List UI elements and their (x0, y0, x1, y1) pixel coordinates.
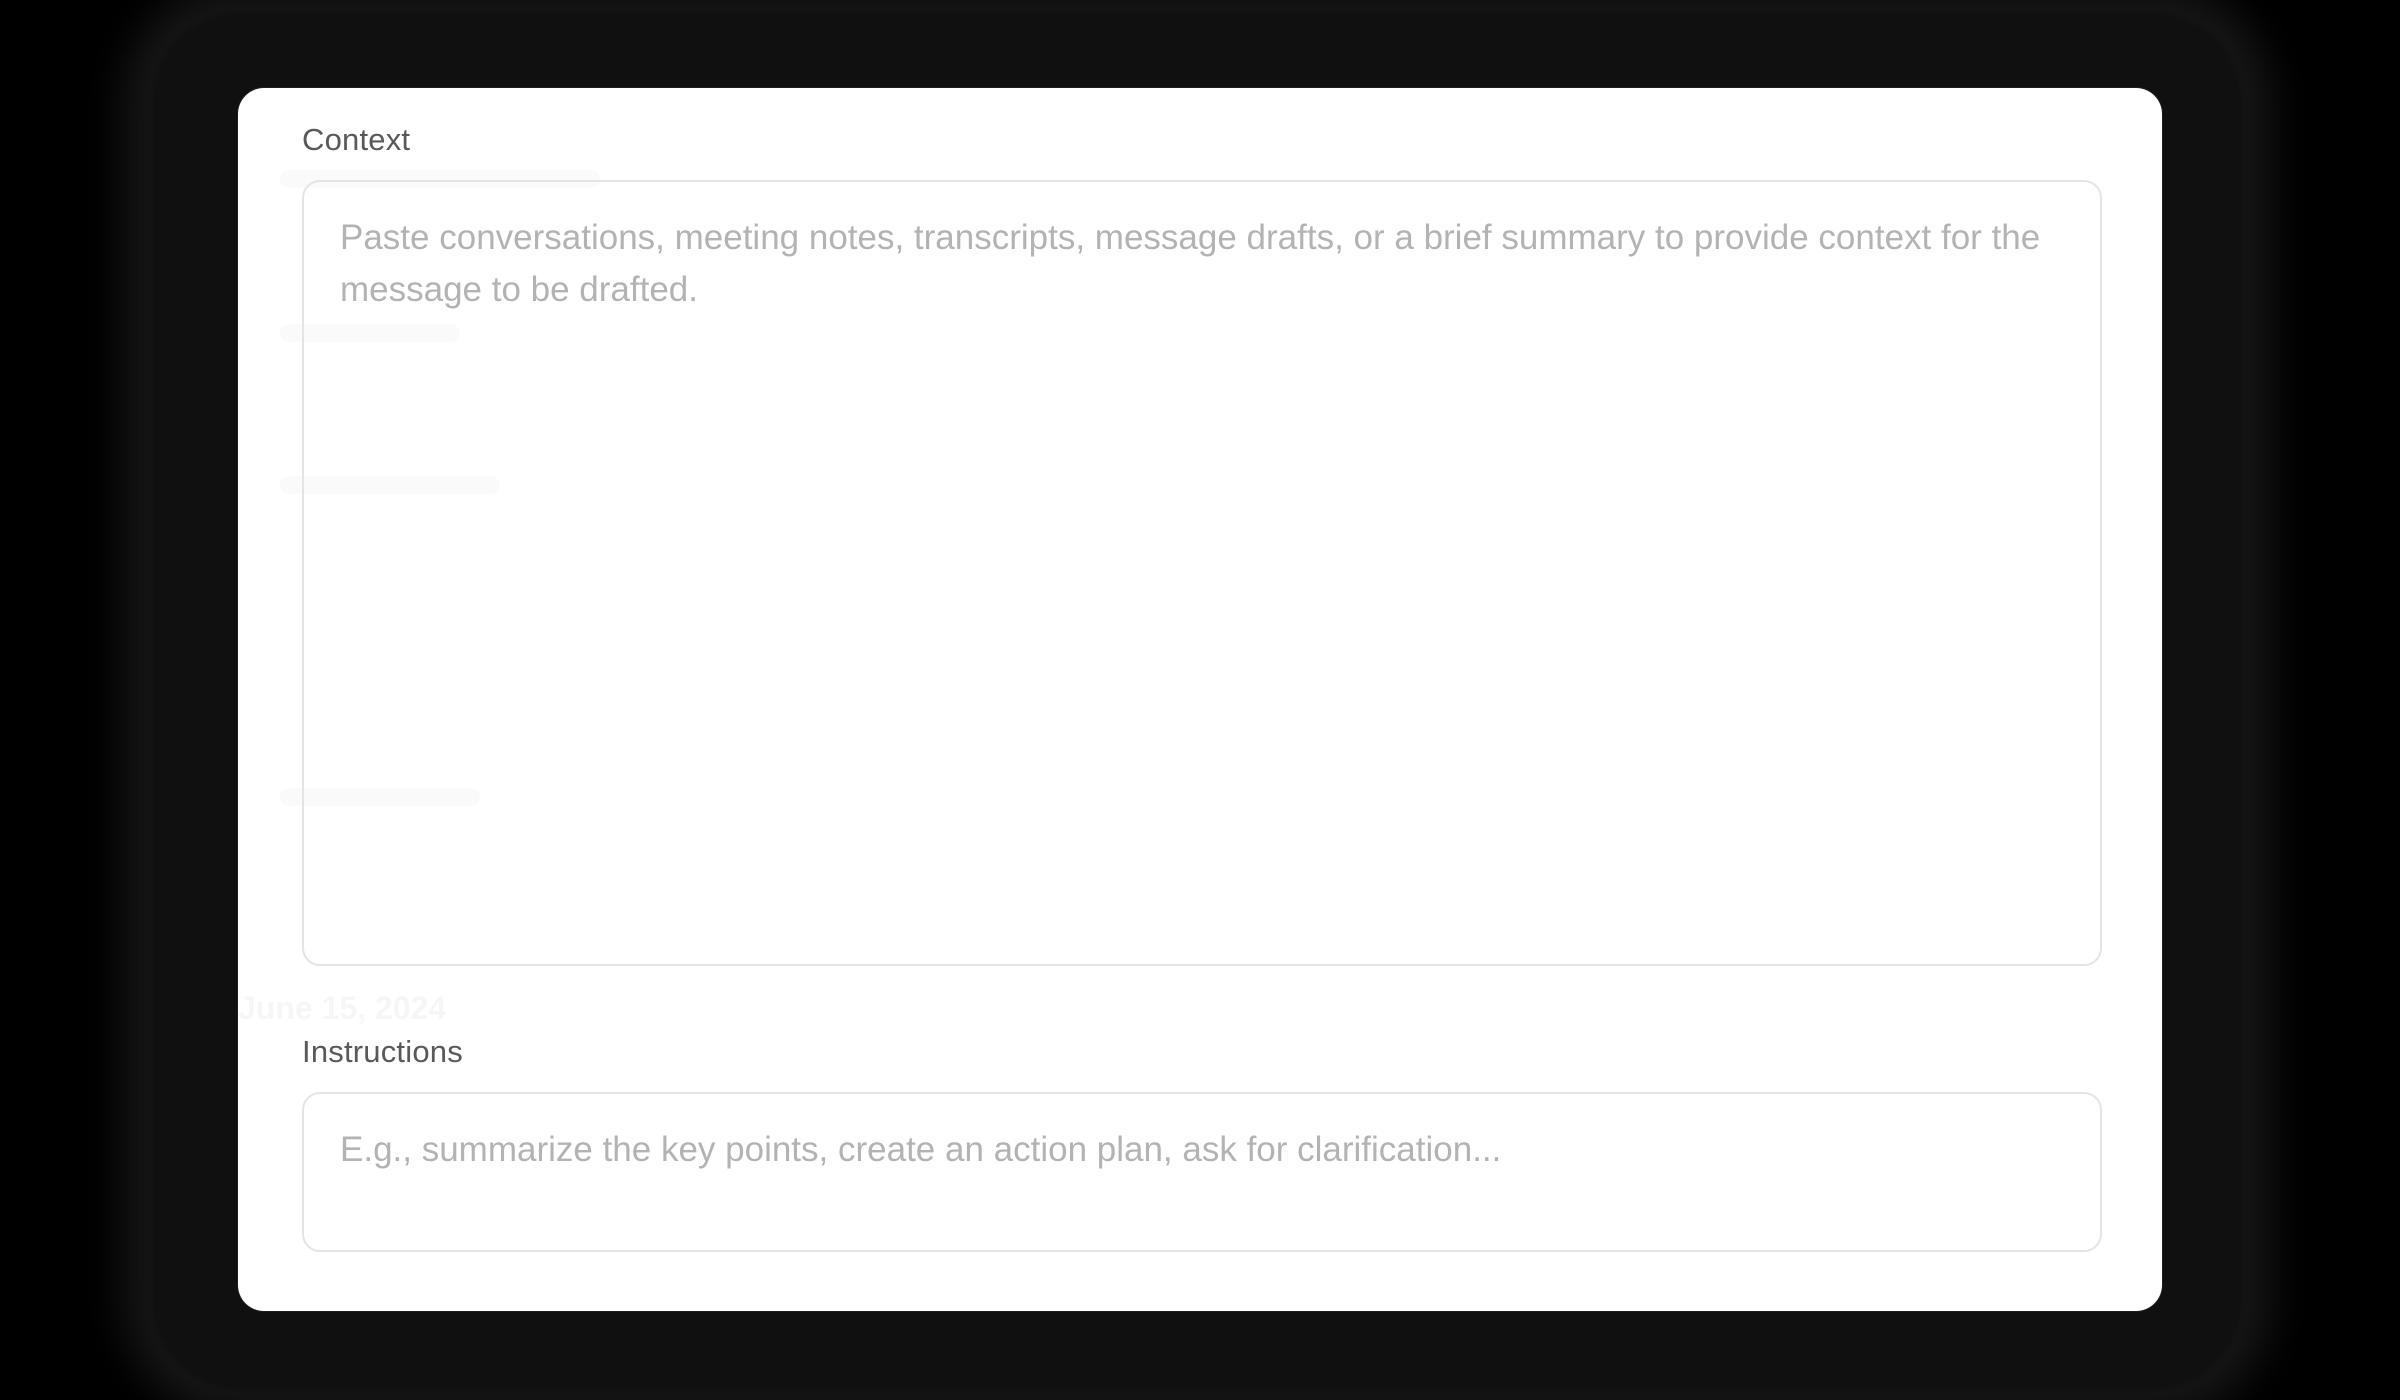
background-date: June 15, 2024 (238, 990, 447, 1026)
context-textarea[interactable] (302, 180, 2102, 966)
instructions-textarea[interactable] (302, 1092, 2102, 1252)
compose-dialog: June 15, 2024 Context Instructions (238, 88, 2162, 1311)
context-label: Context (302, 122, 411, 157)
instructions-label: Instructions (302, 1034, 463, 1069)
